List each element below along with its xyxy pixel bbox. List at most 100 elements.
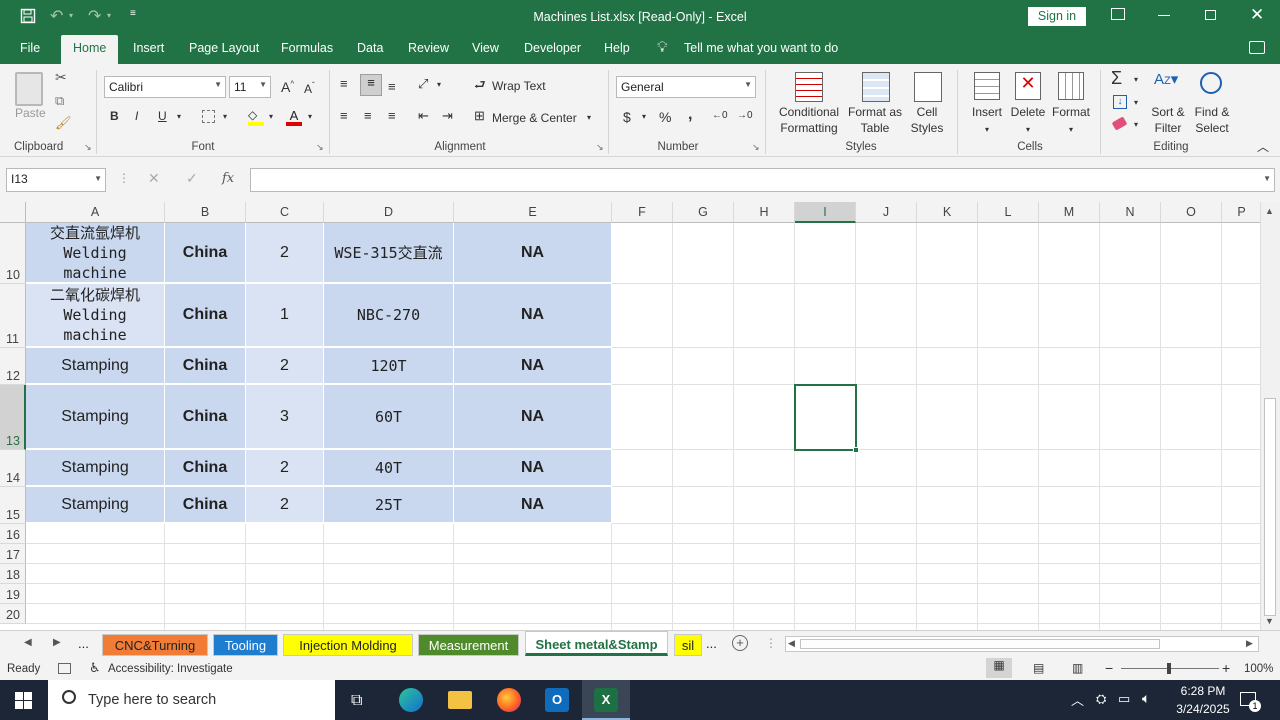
cell-styles-button[interactable]: Cell Styles [902, 104, 952, 136]
horizontal-scrollbar[interactable]: ◀ ▶ [785, 636, 1259, 652]
cell-e12[interactable]: NA [454, 348, 612, 385]
cell-c13[interactable]: 3 [246, 385, 324, 450]
sort-filter-icon[interactable]: AZ▾ [1154, 70, 1178, 88]
cell-c19[interactable] [246, 584, 324, 604]
paste-button[interactable]: Paste [15, 106, 46, 120]
cell-d13[interactable]: 60T [324, 385, 454, 450]
conditional-formatting-button[interactable]: Conditional Formatting [770, 104, 848, 136]
column-header-h[interactable]: H [734, 202, 795, 223]
bold-button[interactable]: B [110, 109, 119, 123]
cell-b14[interactable]: China [165, 450, 246, 487]
cut-icon[interactable]: ✂ [55, 69, 67, 86]
accessibility-icon[interactable]: ♿︎ [89, 660, 101, 676]
clear-dropdown-icon[interactable]: ▾ [1134, 120, 1138, 129]
tab-data[interactable]: Data [357, 41, 383, 55]
people-icon[interactable]: ⛭ [1096, 691, 1106, 707]
decrease-indent-icon[interactable]: ⇤ [418, 108, 429, 124]
increase-indent-icon[interactable]: ⇥ [442, 108, 453, 124]
cell-e20[interactable] [454, 604, 612, 624]
column-header-f[interactable]: F [612, 202, 673, 223]
tab-review[interactable]: Review [408, 41, 449, 55]
copy-icon[interactable]: ⧉ [55, 93, 64, 109]
row-header-18[interactable]: 18 [0, 564, 26, 584]
find-select-icon[interactable] [1200, 72, 1222, 94]
prev-sheet-icon[interactable]: ◀ [24, 637, 32, 648]
tab-formulas[interactable]: Formulas [281, 41, 333, 55]
cell-c16[interactable] [246, 524, 324, 544]
column-header-c[interactable]: C [246, 202, 324, 223]
row-header-14[interactable]: 14 [0, 450, 26, 487]
row-header-10[interactable]: 10 [0, 223, 26, 284]
font-launcher-icon[interactable]: ↘ [316, 142, 324, 153]
cell-e15[interactable]: NA [454, 487, 612, 524]
windows-start-icon[interactable] [15, 692, 32, 709]
align-middle-icon[interactable]: ≡ [360, 74, 382, 96]
sheet-tab-2[interactable]: Injection Molding [283, 634, 413, 656]
vertical-scrollbar[interactable]: ▲ ▼ [1260, 202, 1280, 630]
zoom-slider-thumb[interactable] [1167, 663, 1171, 674]
tab-developer[interactable]: Developer [524, 41, 581, 55]
cell-c10[interactable]: 2 [246, 223, 324, 284]
column-header-m[interactable]: M [1039, 202, 1100, 223]
cell-d11[interactable]: NBC-270 [324, 284, 454, 348]
column-header-n[interactable]: N [1100, 202, 1161, 223]
cell-a10[interactable]: 交直流氩焊机Welding machine [26, 223, 165, 284]
network-icon[interactable]: ▭ [1118, 691, 1130, 707]
format-cells-button[interactable]: Format ▾ [1048, 104, 1094, 138]
align-left-icon[interactable]: ≡ [340, 108, 348, 123]
maximize-icon[interactable] [1205, 10, 1216, 20]
save-icon[interactable] [20, 8, 36, 24]
borders-dropdown-icon[interactable]: ▾ [223, 112, 227, 121]
sort-filter-button[interactable]: Sort & Filter [1143, 104, 1193, 136]
cell-styles-icon[interactable] [914, 72, 942, 102]
cell-a12[interactable]: Stamping [26, 348, 165, 385]
scroll-right-icon[interactable]: ▶ [1246, 638, 1253, 649]
align-center-icon[interactable]: ≡ [364, 108, 372, 123]
column-header-l[interactable]: L [978, 202, 1039, 223]
cell-d16[interactable] [324, 524, 454, 544]
cell-e17[interactable] [454, 544, 612, 564]
cell-b19[interactable] [165, 584, 246, 604]
italic-button[interactable]: I [135, 109, 138, 123]
find-select-button[interactable]: Find & Select [1188, 104, 1236, 136]
fill-color-icon[interactable]: ◇ [248, 108, 264, 126]
edge-icon[interactable] [399, 688, 423, 712]
column-header-g[interactable]: G [673, 202, 734, 223]
show-hidden-icons[interactable]: ︿ [1071, 690, 1084, 709]
page-layout-view-icon[interactable]: ▤ [1033, 661, 1044, 675]
column-header-d[interactable]: D [324, 202, 454, 223]
column-header-a[interactable]: A [26, 202, 165, 223]
customize-qat-icon[interactable]: ≡ [130, 8, 136, 19]
merge-center-icon[interactable]: ⊞ [474, 108, 485, 124]
insert-function-button[interactable]: fx [222, 171, 234, 186]
sheet-tab-4[interactable]: Sheet metal&Stamp [525, 631, 668, 656]
column-header-i[interactable]: I [795, 202, 856, 223]
insert-cells-button[interactable]: Insert ▾ [966, 104, 1008, 138]
scroll-up-icon[interactable]: ▲ [1265, 206, 1274, 216]
scroll-left-icon[interactable]: ◀ [788, 638, 795, 649]
format-as-table-icon[interactable] [862, 72, 890, 102]
cell-d14[interactable]: 40T [324, 450, 454, 487]
ribbon-display-icon[interactable] [1111, 8, 1125, 20]
cell-a16[interactable] [26, 524, 165, 544]
row-header-17[interactable]: 17 [0, 544, 26, 564]
currency-dropdown-icon[interactable]: ▾ [642, 112, 646, 121]
cell-e19[interactable] [454, 584, 612, 604]
clock-date[interactable]: 3/24/2025 [1166, 702, 1240, 716]
fill-handle[interactable] [853, 447, 859, 453]
cell-a18[interactable] [26, 564, 165, 584]
redo-icon[interactable]: ↷ [88, 6, 101, 26]
cell-d18[interactable] [324, 564, 454, 584]
scroll-down-icon[interactable]: ▼ [1265, 616, 1274, 626]
volume-icon[interactable]: 🔈︎ [1142, 690, 1150, 707]
cell-e14[interactable]: NA [454, 450, 612, 487]
number-launcher-icon[interactable]: ↘ [752, 142, 760, 153]
decrease-decimal-icon[interactable]: →0 [737, 110, 753, 121]
clear-icon[interactable] [1111, 116, 1128, 131]
cell-c20[interactable] [246, 604, 324, 624]
conditional-formatting-icon[interactable] [795, 72, 823, 102]
cell-d10[interactable]: WSE-315交直流 [324, 223, 454, 284]
font-name-select[interactable]: Calibri ▼ [104, 76, 226, 98]
font-color-icon[interactable]: A [286, 108, 302, 126]
fill-color-dropdown-icon[interactable]: ▾ [269, 112, 273, 121]
